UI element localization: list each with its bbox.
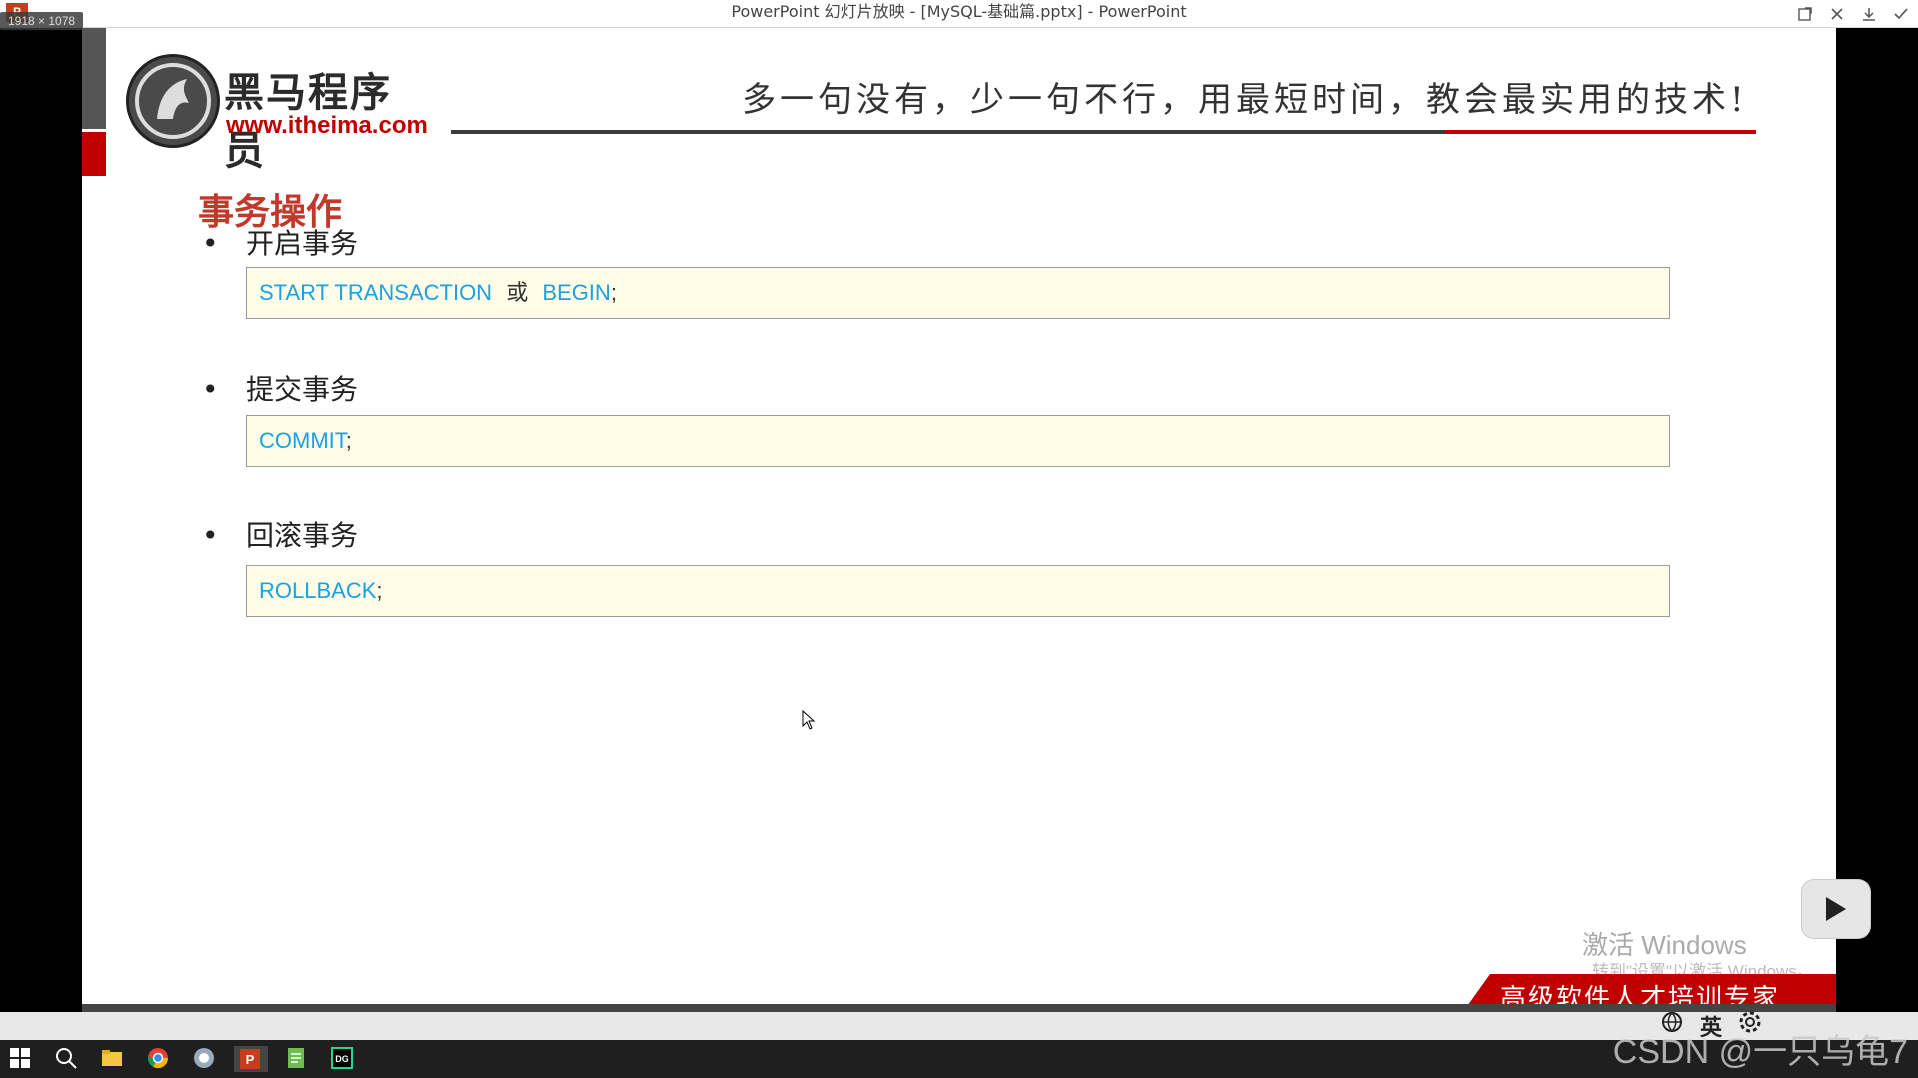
- code-box-commit: COMMIT;: [246, 415, 1670, 467]
- code-semicolon: ;: [376, 578, 383, 603]
- logo: 黑马程序员 www.itheima.com: [126, 50, 428, 174]
- header-rule: [451, 130, 1445, 134]
- play-button[interactable]: [1802, 880, 1870, 938]
- svg-text:DG: DG: [335, 1054, 349, 1064]
- search-icon[interactable]: [54, 1046, 80, 1072]
- bullet-commit: • 提交事务: [202, 368, 358, 408]
- bullet-rollback: • 回滚事务: [202, 514, 358, 554]
- notepad-icon[interactable]: [284, 1046, 310, 1072]
- code-keyword: ROLLBACK: [259, 578, 377, 603]
- side-decor-gray: [82, 28, 106, 129]
- code-semicolon: ;: [345, 428, 352, 453]
- bullet-icon: •: [202, 519, 219, 552]
- mouse-cursor-icon: [802, 709, 816, 730]
- window-title: PowerPoint 幻灯片放映 - [MySQL-基础篇.pptx] - Po…: [731, 2, 1187, 21]
- chrome-icon[interactable]: [146, 1046, 172, 1072]
- powerpoint-icon[interactable]: P: [234, 1046, 268, 1072]
- download-icon[interactable]: [1860, 5, 1878, 23]
- bullet-icon: •: [202, 373, 219, 406]
- external-icon[interactable]: [1796, 5, 1814, 23]
- bullet-label: 开启事务: [246, 227, 359, 260]
- app-icon[interactable]: [192, 1046, 218, 1072]
- horse-logo-icon: [126, 54, 220, 148]
- header-rule-accent: [1445, 130, 1756, 134]
- code-box-start: START TRANSACTION 或 BEGIN;: [246, 267, 1670, 319]
- svg-text:P: P: [246, 1052, 255, 1067]
- code-keyword: START TRANSACTION: [259, 280, 493, 305]
- file-explorer-icon[interactable]: [100, 1046, 126, 1072]
- code-semicolon: ;: [610, 280, 617, 305]
- logo-url: www.itheima.com: [226, 112, 428, 139]
- check-icon[interactable]: [1892, 5, 1910, 23]
- windows-start-icon[interactable]: [8, 1046, 34, 1072]
- bullet-label: 提交事务: [246, 373, 359, 406]
- title-bar: P 1918 × 1078 PowerPoint 幻灯片放映 - [MySQL-…: [0, 0, 1918, 30]
- bullet-icon: •: [202, 227, 219, 260]
- title-controls: [1796, 5, 1910, 23]
- close-icon[interactable]: [1828, 5, 1846, 23]
- code-text: 或: [506, 280, 529, 305]
- code-keyword: BEGIN: [542, 280, 611, 305]
- slogan: 多一句没有，少一句不行，用最短时间，教会最实用的技术!: [742, 80, 1748, 120]
- datagrip-icon[interactable]: DG: [330, 1046, 356, 1072]
- bullet-label: 回滚事务: [246, 519, 359, 552]
- csdn-watermark: CSDN @一只乌龟7: [1612, 1033, 1908, 1071]
- slide[interactable]: 黑马程序员 www.itheima.com 多一句没有，少一句不行，用最短时间，…: [82, 28, 1836, 1012]
- code-box-rollback: ROLLBACK;: [246, 565, 1670, 617]
- code-keyword: COMMIT: [259, 428, 346, 453]
- slide-bottom-bar: [82, 1004, 1836, 1012]
- bullet-start-transaction: • 开启事务: [202, 222, 358, 262]
- side-decor-red: [82, 132, 106, 176]
